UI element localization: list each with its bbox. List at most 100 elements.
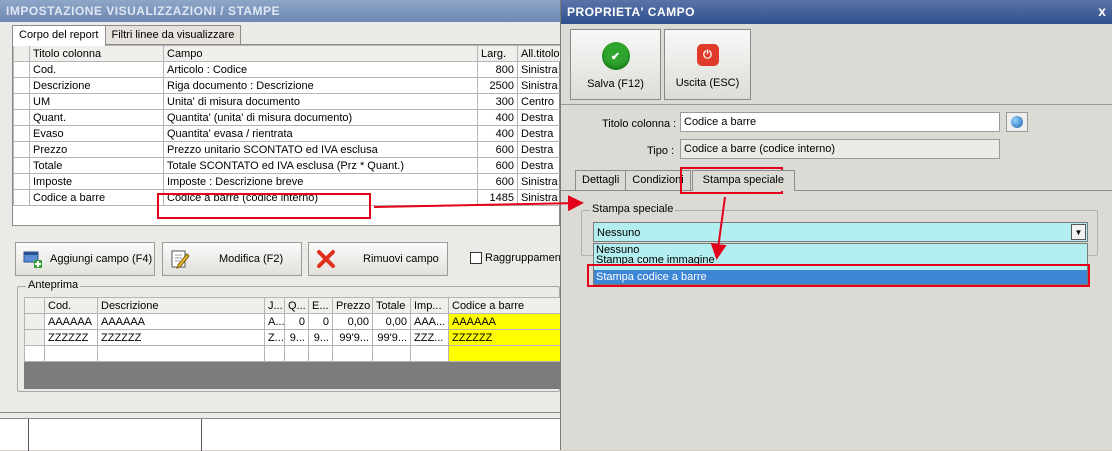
row-selector[interactable] (13, 93, 30, 110)
cell-all[interactable]: Centro (517, 93, 562, 110)
table-row[interactable]: Prezzo Prezzo unitario SCONTATO ed IVA es… (13, 141, 562, 158)
edit-icon (171, 250, 190, 269)
cell-all[interactable]: Destra (517, 157, 562, 174)
cell-all[interactable]: Destra (517, 141, 562, 158)
tab-filtri[interactable]: Filtri linee da visualizzare (104, 25, 242, 45)
cell-all[interactable]: Sinistra (517, 77, 562, 94)
row-selector[interactable] (13, 77, 30, 94)
titolo-input[interactable]: Codice a barre (680, 112, 1000, 132)
row-selector[interactable] (13, 61, 30, 78)
table-row[interactable]: Totale Totale SCONTATO ed IVA esclusa (Pr… (13, 157, 562, 174)
cell-larg[interactable]: 600 (477, 157, 518, 174)
cell-all[interactable]: Sinistra (517, 61, 562, 78)
save-button[interactable]: ✔ Salva (F12) (570, 29, 661, 100)
col-header-larg[interactable]: Larg. (477, 45, 518, 62)
cell-all[interactable]: Sinistra (517, 173, 562, 190)
row-selector[interactable] (13, 141, 30, 158)
tab-condizioni[interactable]: Condizioni (625, 170, 691, 190)
exit-button[interactable]: ⏻ Uscita (ESC) (664, 29, 751, 100)
table-row[interactable]: Evaso Quantita' evasa / rientrata 400 Destr… (13, 125, 562, 142)
preview-col-header[interactable]: E... (308, 297, 333, 314)
cell-titolo[interactable]: Prezzo (29, 141, 164, 158)
cell-larg[interactable]: 600 (477, 173, 518, 190)
table-row[interactable]: Imposte Imposte : Descrizione breve 600 Sin… (13, 173, 562, 190)
cell-all[interactable]: Destra (517, 125, 562, 142)
bottom-strip (0, 418, 560, 451)
cell-larg[interactable]: 400 (477, 125, 518, 142)
cell-titolo[interactable]: Quant. (29, 109, 164, 126)
cell-campo[interactable]: Prezzo unitario SCONTATO ed IVA esclusa (163, 141, 478, 158)
preview-label: Anteprima (26, 279, 81, 291)
cell-larg[interactable]: 400 (477, 109, 518, 126)
cell-titolo[interactable]: Descrizione (29, 77, 164, 94)
cell-campo[interactable]: Unita' di misura documento (163, 93, 478, 110)
tab-stampa-speciale[interactable]: Stampa speciale (691, 170, 795, 191)
cell-campo[interactable]: Riga documento : Descrizione (163, 77, 478, 94)
cell-all[interactable]: Sinistra (517, 189, 562, 206)
prop-window-title: PROPRIETA' CAMPO (561, 0, 1112, 24)
preview-cell: ZZZZZZ (97, 329, 265, 346)
col-header-campo[interactable]: Campo (163, 45, 478, 62)
preview-col-header[interactable]: Prezzo (332, 297, 373, 314)
cell-all[interactable]: Destra (517, 109, 562, 126)
cell-titolo[interactable]: Totale (29, 157, 164, 174)
preview-group: Anteprima Cod. Descrizione J... Q... E... Pre… (17, 279, 562, 392)
edit-field-button[interactable]: Modifica (F2) (162, 242, 302, 276)
row-selector[interactable] (13, 109, 30, 126)
group-checkbox[interactable] (470, 252, 482, 264)
add-column-icon (23, 251, 42, 268)
cell-titolo[interactable]: Evaso (29, 125, 164, 142)
cell-titolo[interactable]: Codice a barre (29, 189, 164, 206)
preview-col-header[interactable]: J... (264, 297, 285, 314)
cell-campo[interactable]: Articolo : Codice (163, 61, 478, 78)
cell-titolo[interactable]: Cod. (29, 61, 164, 78)
option-stampa-codice-barre[interactable]: Stampa codice a barre (594, 270, 1087, 284)
cell-larg[interactable]: 800 (477, 61, 518, 78)
table-row[interactable]: UM Unita' di misura documento 300 Centro (13, 93, 562, 110)
col-header-titolo[interactable]: Titolo colonna (29, 45, 164, 62)
close-icon[interactable]: x (1098, 3, 1106, 19)
cell-campo[interactable]: Quantita' evasa / rientrata (163, 125, 478, 142)
chevron-down-icon[interactable]: ▼ (1071, 224, 1086, 240)
cell-campo[interactable]: Codice a barre (codice interno) (163, 189, 478, 206)
edit-field-label: Modifica (F2) (219, 253, 284, 265)
row-selector[interactable] (13, 189, 30, 206)
group-option[interactable]: Raggruppamen (470, 252, 561, 264)
table-row[interactable]: Descrizione Riga documento : Descrizione 2… (13, 77, 562, 94)
cell-larg[interactable]: 600 (477, 141, 518, 158)
columns-panel: Titolo colonna Campo Larg. All.titolo Co… (12, 44, 562, 226)
tab-corpo-report[interactable]: Corpo del report (12, 25, 106, 46)
preview-col-header[interactable]: Codice a barre (448, 297, 562, 314)
cell-campo[interactable]: Imposte : Descrizione breve (163, 173, 478, 190)
cell-larg[interactable]: 2500 (477, 77, 518, 94)
preview-cell: AAAAAA (97, 313, 265, 330)
check-icon: ✔ (601, 42, 630, 70)
preview-col-header[interactable]: Descrizione (97, 297, 265, 314)
table-row[interactable]: Quant. Quantita' (unita' di misura docume… (13, 109, 562, 126)
tab-dettagli[interactable]: Dettagli (575, 170, 627, 190)
divider (0, 412, 560, 413)
preview-col-header[interactable]: Q... (284, 297, 309, 314)
stampa-select[interactable]: Nessuno ▼ (593, 222, 1088, 242)
cell-titolo[interactable]: Imposte (29, 173, 164, 190)
col-header-all[interactable]: All.titolo (517, 45, 562, 62)
preview-cell: 99'9... (332, 329, 373, 346)
table-row[interactable]: Codice a barre Codice a barre (codice int… (13, 189, 562, 206)
add-field-button[interactable]: Aggiungi campo (F4) (15, 242, 155, 276)
cell-titolo[interactable]: UM (29, 93, 164, 110)
remove-field-button[interactable]: Rimuovi campo (308, 242, 448, 276)
remove-field-label: Rimuovi campo (363, 253, 439, 265)
cell-campo[interactable]: Quantita' (unita' di misura documento) (163, 109, 478, 126)
table-row[interactable]: Cod. Articolo : Codice 800 Sinistra (13, 61, 562, 78)
preview-col-header[interactable]: Totale (372, 297, 411, 314)
row-selector[interactable] (13, 157, 30, 174)
globe-button[interactable] (1006, 112, 1028, 132)
preview-col-header[interactable]: Cod. (44, 297, 98, 314)
cell-larg[interactable]: 300 (477, 93, 518, 110)
option-stampa-immagine[interactable]: Stampa come immagine (594, 254, 1087, 267)
row-selector[interactable] (13, 125, 30, 142)
cell-larg[interactable]: 1485 (477, 189, 518, 206)
cell-campo[interactable]: Totale SCONTATO ed IVA esclusa (Prz * Qu… (163, 157, 478, 174)
row-selector[interactable] (13, 173, 30, 190)
preview-col-header[interactable]: Imp... (410, 297, 449, 314)
